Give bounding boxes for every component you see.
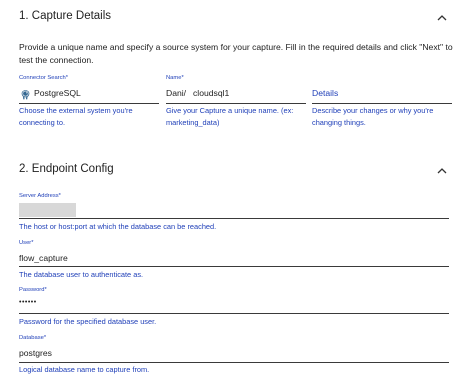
connector-search-underline: [19, 103, 159, 104]
name-input[interactable]: cloudsql1: [193, 88, 229, 98]
password-input[interactable]: ••••••: [19, 299, 37, 306]
chevron-up-icon[interactable]: [436, 165, 448, 177]
server-address-label: Server Address*: [19, 193, 61, 199]
password-underline: [19, 313, 449, 314]
user-input[interactable]: flow_capture: [19, 253, 68, 263]
user-label: User*: [19, 240, 34, 246]
database-helper: Logical database name to capture from.: [19, 365, 150, 374]
endpoint-config-title: 2. Endpoint Config: [19, 163, 114, 175]
server-address-helper: The host or host:port at which the datab…: [19, 222, 217, 231]
database-label: Database*: [19, 335, 47, 341]
capture-details-title: 1. Capture Details: [19, 10, 112, 22]
password-helper: Password for the specified database user…: [19, 317, 157, 326]
details-underline: [312, 103, 452, 104]
user-underline: [19, 266, 449, 267]
connector-search-helper: Choose the external system you're connec…: [19, 106, 133, 127]
name-field[interactable]: Name* Dani/ cloudsql1 Give your Capture …: [166, 72, 306, 132]
name-prefix: Dani/: [166, 88, 187, 98]
endpoint-config-header[interactable]: 2. Endpoint Config: [0, 155, 474, 189]
details-helper: Describe your changes or why you're chan…: [312, 106, 434, 127]
details-field[interactable]: Details Describe your changes or why you…: [312, 72, 452, 132]
password-field[interactable]: Password* •••••• Password for the specif…: [19, 284, 449, 330]
connector-search-label: Connector Search*: [19, 75, 68, 81]
database-input[interactable]: postgres: [19, 348, 52, 358]
server-address-masked-value[interactable]: [19, 203, 76, 217]
database-field[interactable]: Database* postgres Logical database name…: [19, 332, 449, 378]
database-underline: [19, 362, 449, 363]
chevron-up-icon[interactable]: [436, 12, 448, 24]
connector-search-field[interactable]: Connector Search* PostgreSQL Choose the …: [19, 72, 159, 132]
name-helper: Give your Capture a unique name. (ex: ma…: [166, 106, 294, 127]
user-field[interactable]: User* flow_capture The database user to …: [19, 236, 449, 282]
capture-details-description: Provide a unique name and specify a sour…: [19, 42, 453, 65]
capture-details-header[interactable]: 1. Capture Details: [0, 0, 474, 34]
server-address-field[interactable]: Server Address* The host or host:port at…: [19, 190, 449, 234]
details-input[interactable]: Details: [312, 88, 338, 98]
password-label: Password*: [19, 287, 47, 293]
server-address-underline: [19, 218, 449, 219]
connector-search-value: PostgreSQL: [34, 88, 81, 98]
user-helper: The database user to authenticate as.: [19, 270, 144, 279]
postgresql-elephant-icon: [20, 87, 31, 100]
name-underline: [166, 103, 306, 104]
name-label: Name*: [166, 75, 184, 81]
